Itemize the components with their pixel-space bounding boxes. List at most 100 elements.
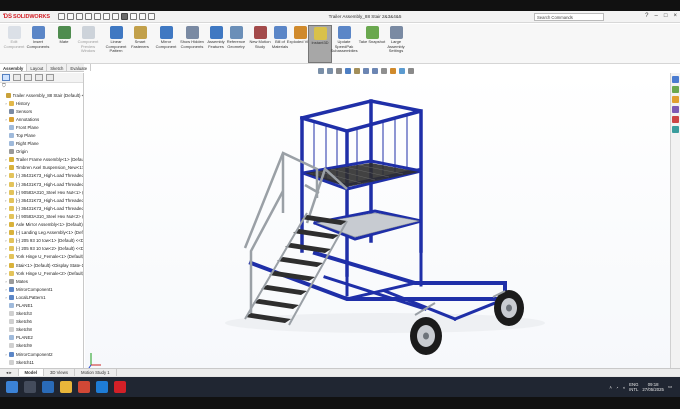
instant3d-button[interactable]: Instant3D bbox=[308, 25, 332, 63]
print-icon[interactable] bbox=[94, 13, 101, 20]
tab-assembly[interactable]: Assembly bbox=[0, 64, 28, 71]
tree-item[interactable]: › Timbren Axel Suspension_New<1> ( bbox=[0, 164, 83, 172]
configuration-manager-tab-icon[interactable] bbox=[24, 74, 32, 81]
expand-toggle-icon[interactable]: › bbox=[4, 206, 8, 211]
dynamic-annotation-icon[interactable] bbox=[354, 68, 360, 74]
dimxpert-tab-icon[interactable] bbox=[35, 74, 43, 81]
expand-toggle-icon[interactable]: › bbox=[4, 230, 8, 235]
help-icon[interactable]: ? bbox=[645, 13, 648, 19]
task-view-icon[interactable] bbox=[42, 381, 54, 393]
tree-item[interactable]: Sketch11 bbox=[0, 358, 83, 366]
large-assembly-settings-button[interactable]: Large Assembly Settings bbox=[384, 25, 408, 63]
linear-component-pattern-button[interactable]: Linear Component Pattern bbox=[104, 25, 128, 63]
expand-toggle-icon[interactable]: › bbox=[4, 182, 8, 187]
tree-item[interactable]: › (-) 36431K73_High-Load Threaded Tu bbox=[0, 180, 83, 188]
solidworks-resources-icon[interactable] bbox=[672, 76, 679, 83]
tree-item[interactable]: Front Plane bbox=[0, 123, 83, 131]
tree-item[interactable]: PLANE1 bbox=[0, 301, 83, 309]
edge-icon[interactable] bbox=[96, 381, 108, 393]
tree-item[interactable]: Sketch8 bbox=[0, 326, 83, 334]
expand-toggle-icon[interactable]: › bbox=[4, 101, 8, 106]
expand-toggle-icon[interactable]: › bbox=[4, 198, 8, 203]
edit-appearance-icon[interactable] bbox=[390, 68, 396, 74]
new-document-icon[interactable] bbox=[67, 13, 74, 20]
expand-toggle-icon[interactable]: › bbox=[4, 214, 8, 219]
view-settings-icon[interactable] bbox=[408, 68, 414, 74]
close-icon[interactable]: × bbox=[673, 13, 677, 19]
update-speedpak-subassemblies-button[interactable]: Update SpeedPak Subassemblies bbox=[331, 25, 358, 63]
home-icon[interactable] bbox=[58, 13, 65, 20]
tree-item[interactable]: › York Hinge U_Female<2> (Default) < bbox=[0, 269, 83, 277]
expand-toggle-icon[interactable]: › bbox=[4, 238, 8, 243]
previous-view-icon[interactable] bbox=[336, 68, 342, 74]
chrome-icon[interactable] bbox=[78, 381, 90, 393]
tree-item[interactable]: › Axle Mirror Assembly<1> (Default) < bbox=[0, 221, 83, 229]
solidworks-logo[interactable]: ƊS SOLIDWORKS bbox=[0, 11, 52, 23]
tree-item[interactable]: › (-) 36431K73_High-Load Threaded Tu bbox=[0, 172, 83, 180]
view-palette-icon[interactable] bbox=[672, 106, 679, 113]
file-explorer-taskbar-icon[interactable] bbox=[60, 381, 72, 393]
tree-item[interactable]: › History bbox=[0, 99, 83, 107]
expand-toggle-icon[interactable]: › bbox=[4, 263, 8, 268]
display-style-icon[interactable] bbox=[372, 68, 378, 74]
expand-toggle-icon[interactable]: › bbox=[4, 117, 8, 122]
expand-toggle-icon[interactable]: › bbox=[4, 190, 8, 195]
tree-item[interactable]: Origin bbox=[0, 148, 83, 156]
tree-item[interactable]: › (-) 36431K73_High-Load Threaded Tu bbox=[0, 196, 83, 204]
expand-toggle-icon[interactable]: › bbox=[4, 222, 8, 227]
undo-icon[interactable] bbox=[103, 13, 110, 20]
select-icon[interactable] bbox=[121, 13, 128, 20]
expand-toggle-icon[interactable]: › bbox=[4, 157, 8, 162]
zoom-to-fit-icon[interactable] bbox=[318, 68, 324, 74]
expand-toggle-icon[interactable]: › bbox=[4, 279, 8, 284]
graphics-area[interactable] bbox=[85, 73, 670, 378]
tab-sketch[interactable]: Sketch bbox=[47, 64, 68, 71]
tree-item[interactable]: › LocalLPattern1 bbox=[0, 293, 83, 301]
section-view-icon[interactable] bbox=[345, 68, 351, 74]
tree-item[interactable]: › MirrorComponent1 bbox=[0, 285, 83, 293]
tree-item[interactable]: › (-) Landing Leg Assembly<1> (Defa bbox=[0, 229, 83, 237]
tree-item[interactable]: › Mates bbox=[0, 277, 83, 285]
tree-item[interactable]: Trailer Assembly_88 Stair (Default) <Dis… bbox=[0, 91, 83, 99]
notifications-icon[interactable]: ▭ bbox=[668, 384, 672, 390]
clock[interactable]: 09:18 27/05/2025 bbox=[642, 382, 664, 393]
tree-item[interactable]: Sketch9 bbox=[0, 342, 83, 350]
tree-item[interactable]: Sketch3 bbox=[0, 310, 83, 318]
start-icon[interactable] bbox=[6, 381, 18, 393]
edit-component-button[interactable]: Edit Component bbox=[2, 25, 26, 63]
appearances-icon[interactable] bbox=[672, 116, 679, 123]
tree-item[interactable]: › (-) 90583A310_Steel Hex Nut<1> (90 bbox=[0, 188, 83, 196]
custom-properties-icon[interactable] bbox=[672, 126, 679, 133]
zoom-to-area-icon[interactable] bbox=[327, 68, 333, 74]
tree-item[interactable]: › (-) 36431K73_High-Load Threaded Tu bbox=[0, 204, 83, 212]
search-commands-input[interactable]: Search Commands bbox=[534, 13, 604, 21]
tab-layout[interactable]: Layout bbox=[27, 64, 48, 71]
feature-tree-tab-icon[interactable] bbox=[2, 74, 10, 81]
trailer-stair-model[interactable] bbox=[85, 73, 670, 378]
tree-item[interactable]: › (-) 205 93 10 tow<1> (Default) <<Def bbox=[0, 237, 83, 245]
mate-button[interactable]: Mate bbox=[52, 25, 76, 63]
property-manager-tab-icon[interactable] bbox=[13, 74, 21, 81]
redo-icon[interactable] bbox=[112, 13, 119, 20]
rebuild-icon[interactable] bbox=[130, 13, 137, 20]
insert-components-button[interactable]: Insert Components bbox=[26, 25, 50, 63]
expand-toggle-icon[interactable]: › bbox=[4, 271, 8, 276]
tree-item[interactable]: › (-) 205 93 10 tow<2> (Default) <<Def bbox=[0, 245, 83, 253]
mirror-component-button[interactable]: Mirror Component bbox=[154, 25, 178, 63]
tree-item[interactable]: › (-) 90583A310_Steel Hex Nut<2> (90 bbox=[0, 212, 83, 220]
tree-item[interactable]: › York Hinge U_Female<1> (Default) < bbox=[0, 253, 83, 261]
minimize-icon[interactable]: – bbox=[655, 13, 658, 19]
tree-item[interactable]: › MirrorComponent2 bbox=[0, 350, 83, 358]
options-gear-icon[interactable] bbox=[148, 13, 155, 20]
file-explorer-icon[interactable] bbox=[672, 96, 679, 103]
expand-toggle-icon[interactable]: › bbox=[4, 173, 8, 178]
smart-fasteners-button[interactable]: Smart Fasteners bbox=[128, 25, 152, 63]
expand-toggle-icon[interactable]: › bbox=[4, 246, 8, 251]
display-manager-tab-icon[interactable] bbox=[46, 74, 54, 81]
tree-item[interactable]: Top Plane bbox=[0, 131, 83, 139]
filter-icon[interactable]: ⛉ bbox=[0, 83, 83, 91]
save-icon[interactable] bbox=[85, 13, 92, 20]
file-properties-icon[interactable] bbox=[139, 13, 146, 20]
tree-item[interactable]: PLANE2 bbox=[0, 334, 83, 342]
tree-item[interactable]: Sensors bbox=[0, 107, 83, 115]
